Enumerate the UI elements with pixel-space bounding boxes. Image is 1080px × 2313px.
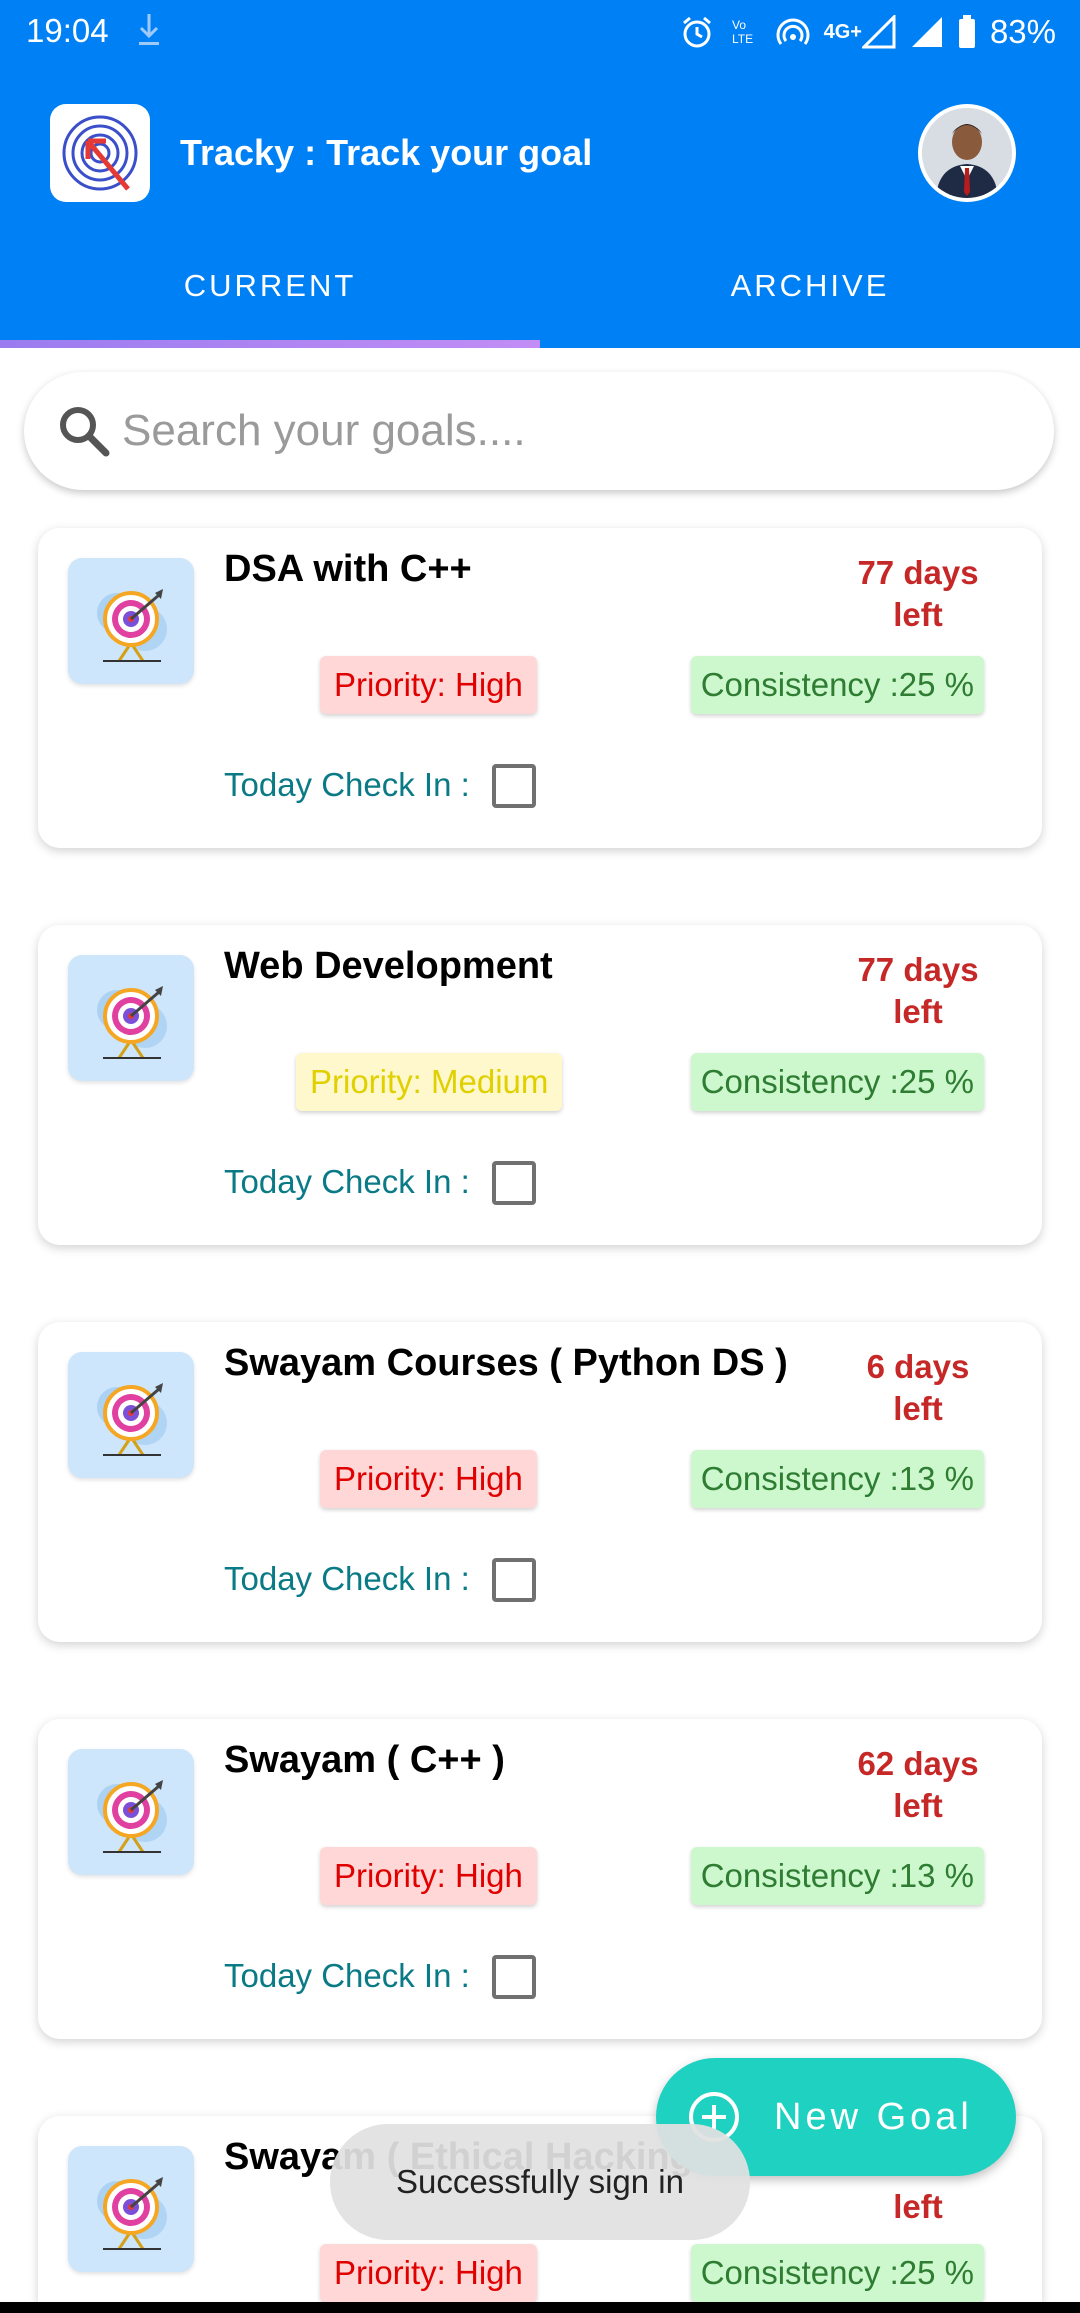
tab-indicator (0, 340, 540, 348)
status-bar: 19:04 Vo LTE 4G+ 83% (0, 0, 1080, 64)
dartboard-icon (97, 986, 167, 1059)
priority-badge: Priority: High (320, 1847, 537, 1905)
app-bar: 19:04 Vo LTE 4G+ 83% Tracky: Track your… (0, 0, 1080, 348)
tab-bar: CURRENT ARCHIVE (0, 250, 1080, 348)
toast-message: Successfully sign in (330, 2124, 750, 2240)
priority-badge: Priority: High (320, 656, 537, 714)
app-title: Tracky : Track your goal (180, 132, 593, 173)
search-icon (60, 407, 110, 457)
checkin-label: Today Check In : (224, 766, 470, 803)
dartboard-icon (97, 589, 167, 662)
search-bar[interactable] (24, 372, 1054, 490)
battery-icon (958, 15, 976, 49)
status-icons: Vo LTE 4G+ 83% (680, 10, 1056, 54)
volte-icon: Vo LTE (728, 15, 762, 49)
battery-percent: 83% (989, 13, 1056, 50)
days-left: 77 days left (857, 951, 979, 1030)
checkin-checkbox[interactable] (492, 1558, 536, 1602)
checkin-label: Today Check In : (224, 1560, 470, 1597)
hotspot-icon (776, 15, 810, 49)
goal-card[interactable]: DSA with C++ 77 days left Priority: High … (38, 528, 1042, 848)
status-time: 19:04 (26, 12, 109, 49)
target-arrow-icon (62, 115, 138, 191)
new-goal-label: New Goal (774, 2095, 973, 2138)
dartboard-icon (97, 1780, 167, 1853)
consistency-badge: Consistency :25 % (690, 1053, 984, 1111)
checkin-label: Today Check In : (224, 1163, 470, 1200)
checkin-checkbox[interactable] (492, 1955, 536, 1999)
goal-card[interactable]: Swayam ( C++ ) 62 days left Priority: Hig… (38, 1719, 1042, 2039)
download-icon (139, 14, 159, 45)
svg-text:LTE: LTE (732, 32, 753, 46)
consistency-badge: Consistency :13 % (690, 1450, 984, 1508)
goal-thumbnail (68, 955, 194, 1081)
consistency-badge: Consistency :25 % (690, 656, 984, 714)
goal-title: Web Development (224, 945, 553, 987)
days-left: 62 days left (857, 1745, 979, 1824)
goal-thumbnail (68, 558, 194, 684)
user-avatar-icon (922, 108, 1012, 198)
days-left: left (893, 2188, 943, 2225)
svg-text:Vo: Vo (732, 18, 746, 32)
search-input[interactable] (122, 406, 1002, 456)
goal-title: Swayam ( C++ ) (224, 1739, 505, 1781)
goal-thumbnail (68, 1352, 194, 1478)
app-logo (50, 104, 150, 202)
alarm-icon (680, 15, 714, 49)
avatar[interactable] (918, 104, 1016, 202)
signal-icon-2 (910, 15, 944, 49)
goal-title: DSA with C++ (224, 548, 472, 590)
priority-badge: Priority: High (320, 1450, 537, 1508)
checkin-checkbox[interactable] (492, 764, 536, 808)
goal-card[interactable]: Swayam Courses ( Python DS ) 6 days left … (38, 1322, 1042, 1642)
days-left: 77 days left (857, 554, 979, 633)
network-type: 4G+ (823, 20, 862, 43)
days-left: 6 days left (866, 1348, 970, 1427)
goal-title: Swayam Courses ( Python DS ) (224, 1342, 788, 1384)
tab-archive[interactable]: ARCHIVE (540, 250, 1080, 348)
system-nav-bar (0, 2302, 1080, 2313)
signal-icon: 4G+ (824, 15, 896, 49)
dartboard-icon (97, 2177, 167, 2250)
checkin-checkbox[interactable] (492, 1161, 536, 1205)
goal-thumbnail (68, 1749, 194, 1875)
consistency-badge: Consistency :13 % (690, 1847, 984, 1905)
goal-thumbnail (68, 2146, 194, 2272)
dartboard-icon (97, 1383, 167, 1456)
consistency-badge: Consistency :25 % (690, 2244, 984, 2302)
tab-current[interactable]: CURRENT (0, 250, 540, 348)
checkin-label: Today Check In : (224, 1957, 470, 1994)
goal-card[interactable]: Web Development 77 days left Priority: Me… (38, 925, 1042, 1245)
priority-badge: Priority: High (320, 2244, 537, 2302)
priority-badge: Priority: Medium (296, 1053, 563, 1111)
